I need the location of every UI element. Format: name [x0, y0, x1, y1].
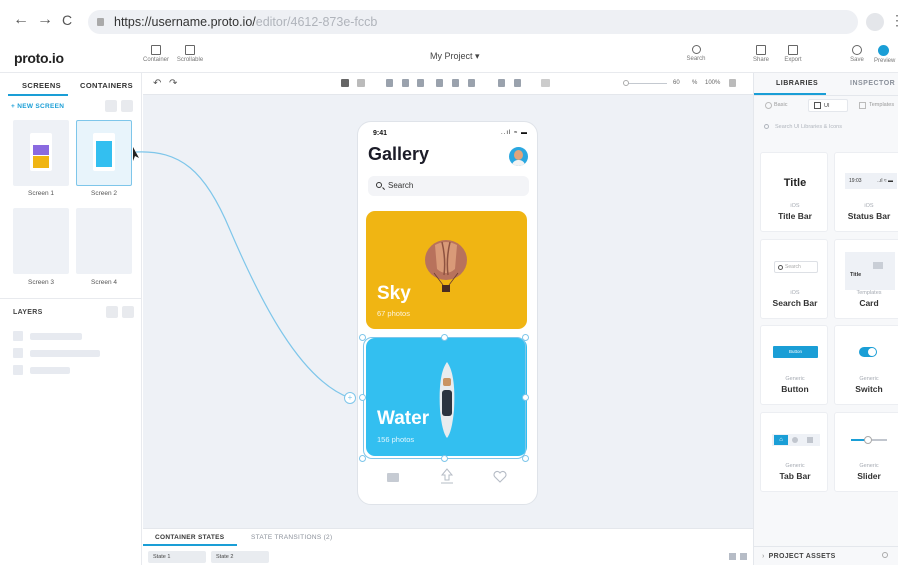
- lib-tab-ui[interactable]: UI: [808, 99, 848, 112]
- gallery-title: Gallery: [368, 144, 430, 164]
- search-icon[interactable]: [882, 552, 888, 558]
- settings-icon: [792, 437, 798, 443]
- resize-handle[interactable]: [359, 455, 366, 462]
- sky-card[interactable]: Sky 67 photos: [366, 211, 527, 329]
- tab-inspector[interactable]: INSPECTOR: [850, 80, 895, 87]
- search-icon: [764, 124, 769, 129]
- search-placeholder: Search: [388, 181, 414, 190]
- divider: [754, 546, 898, 547]
- card-title: Sky: [377, 283, 411, 304]
- resize-handle[interactable]: [522, 394, 529, 401]
- active-tab-indicator: [143, 544, 237, 546]
- avatar[interactable]: [509, 147, 528, 166]
- resize-handle[interactable]: [522, 455, 529, 462]
- phone-tab-bar: [358, 466, 537, 490]
- home-icon: ⌂: [774, 435, 788, 445]
- heart-icon[interactable]: [493, 470, 507, 483]
- container-states-panel: CONTAINER STATES STATE TRANSITIONS (2) S…: [143, 528, 753, 565]
- library-item-status-bar[interactable]: 19:03 ..ıl ≈ ▬ iOS Status Bar: [834, 152, 898, 232]
- ui-icon: [814, 102, 821, 109]
- selection-outline: [363, 337, 526, 459]
- folder-icon[interactable]: [387, 473, 399, 482]
- library-item-card[interactable]: Title Templates Card: [834, 239, 898, 319]
- templates-icon: [859, 102, 866, 109]
- image-icon: [873, 262, 883, 269]
- cursor-icon: [133, 147, 139, 161]
- search-bar-preview: Search: [774, 261, 818, 273]
- slider-preview: [851, 436, 887, 444]
- card-subtitle: 67 photos: [377, 309, 410, 318]
- switch-preview: [859, 347, 877, 357]
- chevron-right-icon: ›: [762, 553, 765, 560]
- resize-handle[interactable]: [359, 334, 366, 341]
- state-chip-1[interactable]: State 1: [148, 551, 206, 563]
- library-item-slider[interactable]: Generic Slider: [834, 412, 898, 492]
- list-view-icon[interactable]: [740, 553, 747, 560]
- status-time: 9:41: [373, 130, 388, 137]
- card-preview: Title: [845, 252, 895, 290]
- library-item-tab-bar[interactable]: ⌂ Generic Tab Bar: [760, 412, 828, 492]
- heart-icon: [807, 437, 813, 443]
- resize-handle[interactable]: [441, 334, 448, 341]
- library-item-button[interactable]: Button Generic Button: [760, 325, 828, 405]
- add-link-handle[interactable]: +: [344, 392, 356, 404]
- grid-view-icon[interactable]: [729, 553, 736, 560]
- status-icons: ..ıl ≈ ▬: [501, 130, 528, 136]
- button-preview: Button: [773, 346, 818, 358]
- lib-tab-templates[interactable]: Templates: [854, 99, 898, 112]
- hot-air-balloon-icon: [425, 240, 467, 292]
- divider: [754, 95, 898, 96]
- search-icon: [376, 182, 382, 188]
- project-assets-heading[interactable]: › PROJECT ASSETS: [762, 553, 836, 560]
- resize-handle[interactable]: [441, 455, 448, 462]
- upload-icon[interactable]: [440, 468, 454, 486]
- library-search-input[interactable]: Search UI Libraries & Icons: [761, 120, 893, 134]
- library-item-title-bar[interactable]: Title iOS Title Bar: [760, 152, 828, 232]
- gallery-search-bar[interactable]: Search: [368, 176, 529, 196]
- status-bar-preview: 19:03 ..ıl ≈ ▬: [845, 173, 897, 189]
- resize-handle[interactable]: [359, 394, 366, 401]
- search-icon: [778, 265, 783, 270]
- tab-libraries[interactable]: LIBRARIES: [776, 80, 818, 87]
- basic-icon: [765, 102, 772, 109]
- right-panel: LIBRARIES INSPECTOR Basic UI Templates S…: [753, 73, 898, 565]
- tab-container-states[interactable]: CONTAINER STATES: [155, 534, 224, 541]
- library-item-switch[interactable]: Generic Switch: [834, 325, 898, 405]
- state-chip-2[interactable]: State 2: [211, 551, 269, 563]
- resize-handle[interactable]: [522, 334, 529, 341]
- lib-tab-basic[interactable]: Basic: [761, 99, 803, 112]
- library-item-search-bar[interactable]: Search iOS Search Bar: [760, 239, 828, 319]
- tab-bar-preview: ⌂: [772, 434, 820, 446]
- tab-state-transitions[interactable]: STATE TRANSITIONS (2): [251, 534, 332, 541]
